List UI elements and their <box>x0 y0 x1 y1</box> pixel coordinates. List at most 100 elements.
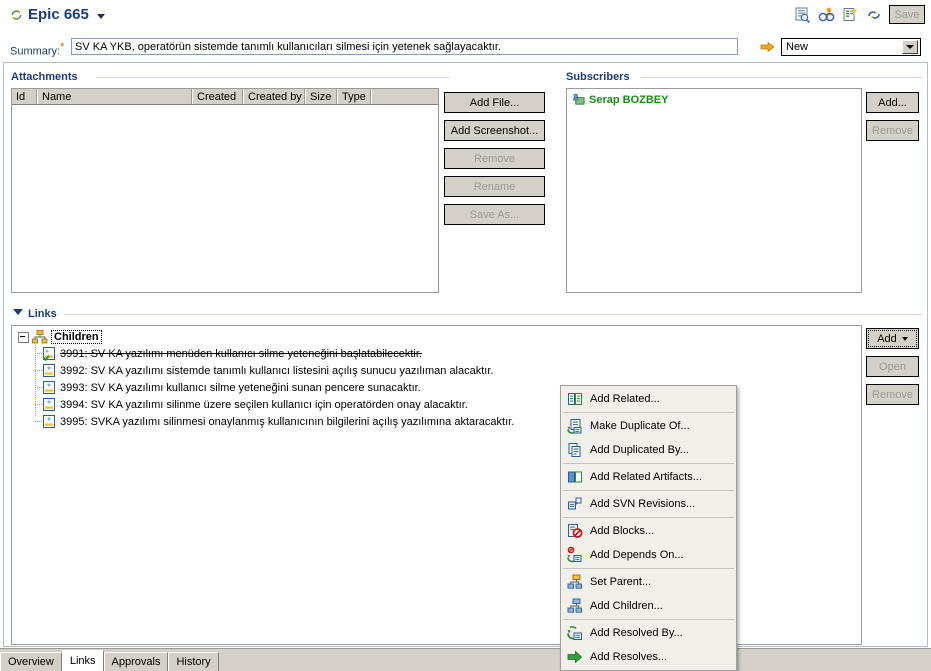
menu-item-label: Add Blocks... <box>590 525 655 537</box>
menu-item-make-duplicate-of[interactable]: Make Duplicate Of... <box>561 414 736 438</box>
add-link-button[interactable]: Add <box>866 328 919 349</box>
column-header-created-by[interactable]: Created by <box>244 89 306 104</box>
tab-overview[interactable]: Overview <box>0 652 62 671</box>
menu-item-label: Add Related... <box>590 393 660 405</box>
menu-item-label: Add Depends On... <box>590 549 684 561</box>
attachments-section-title: Attachments <box>11 71 78 83</box>
column-header-type[interactable]: Type <box>338 89 372 104</box>
new-artifact-icon[interactable] <box>841 6 859 24</box>
attachments-table[interactable]: Id Name Created Created by Size Type <box>11 88 439 293</box>
tree-row-label: 3993: SV KA yazılımı kullanıcı silme yet… <box>60 381 421 394</box>
menu-item-label: Set Parent... <box>590 576 652 588</box>
chevron-down-icon[interactable] <box>96 13 105 19</box>
tree-row[interactable]: 3992: SV KA yazılımı sistemde tanımlı ku… <box>12 362 861 379</box>
task-icon <box>43 414 55 428</box>
add-link-context-menu: Add Related... Make Duplicate Of... Add … <box>560 385 737 671</box>
menu-item-add-related-artifacts[interactable]: Add Related Artifacts... <box>561 465 736 489</box>
add-resolved-by-icon <box>567 626 582 640</box>
refresh-links-icon[interactable] <box>865 6 883 24</box>
menu-item-label: Add Related Artifacts... <box>590 471 702 483</box>
menu-item-set-parent[interactable]: Set Parent... <box>561 570 736 594</box>
add-duplicated-by-icon <box>568 443 581 457</box>
menu-item-add-svn-revisions[interactable]: Add SVN Revisions... <box>561 492 736 516</box>
menu-item-add-resolved-by[interactable]: Add Resolved By... <box>561 621 736 645</box>
add-screenshot-button[interactable]: Add Screenshot... <box>444 120 545 141</box>
add-related-icon <box>568 393 582 405</box>
task-icon <box>43 363 55 377</box>
menu-item-add-related[interactable]: Add Related... <box>561 387 736 411</box>
state-value: New <box>786 41 809 53</box>
assign-user-icon[interactable] <box>817 6 835 24</box>
summary-input[interactable] <box>71 38 738 55</box>
column-header-size[interactable]: Size <box>306 89 338 104</box>
subscribers-list[interactable]: Serap BOZBEY <box>566 88 862 293</box>
menu-separator <box>563 412 734 413</box>
column-header-name[interactable]: Name <box>38 89 193 104</box>
menu-item-label: Make Duplicate Of... <box>590 420 690 432</box>
menu-separator <box>563 568 734 569</box>
subscriber-name: Serap BOZBEY <box>589 93 669 106</box>
tree-row-label: 3991: SV KA yazılımı menüden kullanıcı s… <box>60 347 422 360</box>
summary-label: Summary:* <box>10 41 65 58</box>
add-link-label: Add <box>877 332 897 345</box>
refresh-icon <box>11 9 22 20</box>
add-svn-revisions-icon <box>568 497 582 510</box>
links-buttons: Add Open Remove <box>866 328 919 405</box>
menu-item-add-depends-on[interactable]: Add Depends On... <box>561 543 736 567</box>
chevron-down-icon[interactable] <box>902 40 918 54</box>
save-button[interactable]: Save <box>889 5 925 24</box>
column-header-created[interactable]: Created <box>193 89 244 104</box>
artifact-title-row[interactable]: Epic 665 <box>10 6 105 23</box>
search-artifact-icon[interactable] <box>793 6 811 24</box>
tab-links[interactable]: Links <box>61 650 104 671</box>
tab-approvals[interactable]: Approvals <box>103 652 169 671</box>
add-file-button[interactable]: Add File... <box>444 92 545 113</box>
subscribers-buttons: Add... Remove <box>866 92 919 141</box>
add-subscriber-button[interactable]: Add... <box>866 92 919 113</box>
attachments-table-header: Id Name Created Created by Size Type <box>12 89 438 105</box>
editor-header: Epic 665 Save <box>0 0 931 34</box>
links-collapse-toggle[interactable] <box>13 309 23 315</box>
menu-item-label: Add Resolved By... <box>590 627 683 639</box>
required-marker: * <box>60 41 65 53</box>
subscribers-section-title: Subscribers <box>566 71 630 83</box>
editor-tabs: Overview Links Approvals History <box>0 648 931 671</box>
remove-link-button: Remove <box>866 384 919 405</box>
add-blocks-icon <box>568 524 583 538</box>
user-subscriber-icon <box>572 93 585 105</box>
tree-node-children[interactable]: Children <box>12 326 861 344</box>
open-link-button: Open <box>866 356 919 377</box>
make-duplicate-of-icon <box>567 419 582 434</box>
set-parent-icon <box>567 574 582 589</box>
page-title: Epic 665 <box>28 6 89 23</box>
chevron-down-icon <box>901 336 908 341</box>
tab-history[interactable]: History <box>168 652 219 671</box>
column-header-spacer[interactable] <box>372 89 438 104</box>
add-related-artifacts-icon <box>568 471 582 483</box>
state-combo[interactable]: New <box>781 38 921 56</box>
tree-row[interactable]: 3991: SV KA yazılımı menüden kullanıcı s… <box>12 345 861 362</box>
task-icon <box>43 397 55 411</box>
menu-separator <box>563 463 734 464</box>
artifact-editor-window: Epic 665 Save Summary:* SV KA YKB, opera… <box>0 0 931 671</box>
menu-separator <box>563 517 734 518</box>
task-complete-icon <box>42 346 55 361</box>
menu-separator <box>563 490 734 491</box>
save-as-attachment-button: Save As... <box>444 204 545 225</box>
menu-item-add-duplicated-by[interactable]: Add Duplicated By... <box>561 438 736 462</box>
menu-item-label: Add Duplicated By... <box>590 444 689 456</box>
menu-item-add-resolves[interactable]: Add Resolves... <box>561 645 736 669</box>
add-resolves-icon <box>567 650 583 664</box>
collapse-expander-icon[interactable] <box>18 331 29 343</box>
menu-item-label: Add SVN Revisions... <box>590 498 696 510</box>
editor-toolbar: Save <box>793 5 925 24</box>
menu-item-add-children[interactable]: Add Children... <box>561 594 736 618</box>
list-item[interactable]: Serap BOZBEY <box>567 89 861 106</box>
task-icon <box>43 380 55 394</box>
remove-subscriber-button: Remove <box>866 120 919 141</box>
column-header-id[interactable]: Id <box>12 89 38 104</box>
tree-row-label: 3994: SV KA yazılımı silinme üzere seçil… <box>60 398 468 411</box>
menu-item-add-blocks[interactable]: Add Blocks... <box>561 519 736 543</box>
attachments-title-rule <box>96 77 449 78</box>
attachments-buttons: Add File... Add Screenshot... Remove Ren… <box>444 92 545 225</box>
